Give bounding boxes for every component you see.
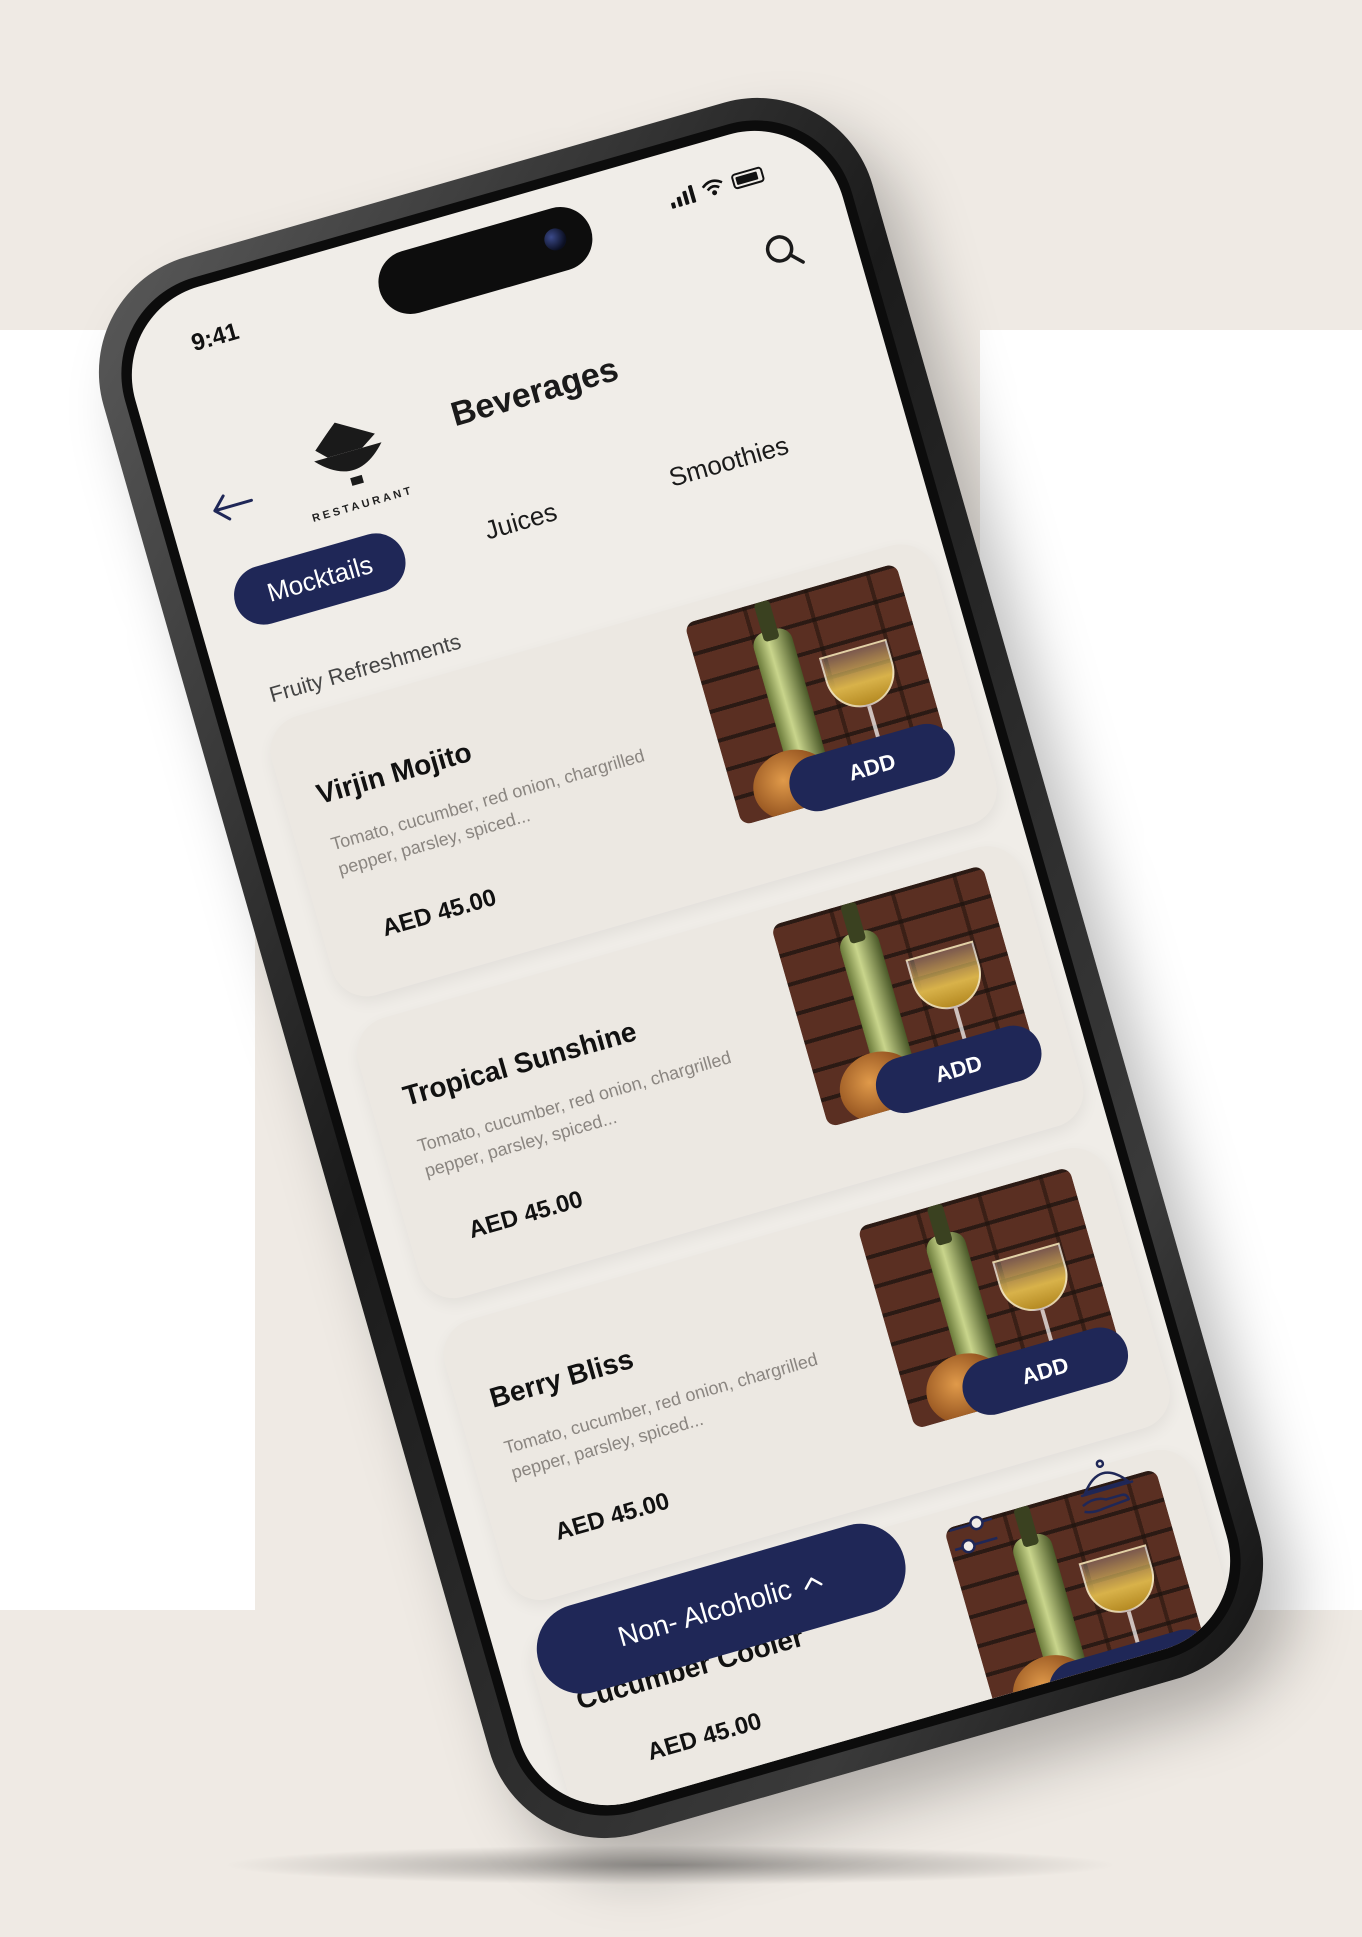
signal-icon (667, 184, 697, 209)
phone-shadow (220, 1845, 1120, 1885)
item-price: AED 45.00 (379, 883, 500, 943)
search-icon (765, 235, 805, 264)
item-price: AED 45.00 (465, 1185, 586, 1245)
wifi-icon (701, 179, 723, 196)
tab-juices[interactable]: Juices (445, 473, 597, 569)
status-icons (667, 165, 766, 209)
dynamic-island (370, 199, 600, 322)
search-button[interactable] (756, 224, 810, 278)
chevron-up-icon (805, 1577, 823, 1590)
battery-icon (730, 165, 766, 191)
item-description: Tomato, cucumber, red onion, chargrilled… (328, 745, 647, 880)
category-selector-label: Non- Alcoholic (614, 1573, 795, 1653)
camera-icon (541, 225, 569, 254)
bowl-logo-icon (314, 413, 382, 486)
status-time: 9:41 (188, 317, 242, 358)
item-price: AED 45.00 (552, 1487, 673, 1546)
item-description: Tomato, cucumber, red onion, chargrilled… (501, 1349, 820, 1483)
back-button[interactable] (204, 479, 263, 531)
page-title: Beverages (446, 350, 623, 435)
tab-smoothies[interactable]: Smoothies (629, 407, 829, 516)
arrow-left-icon (213, 494, 253, 521)
